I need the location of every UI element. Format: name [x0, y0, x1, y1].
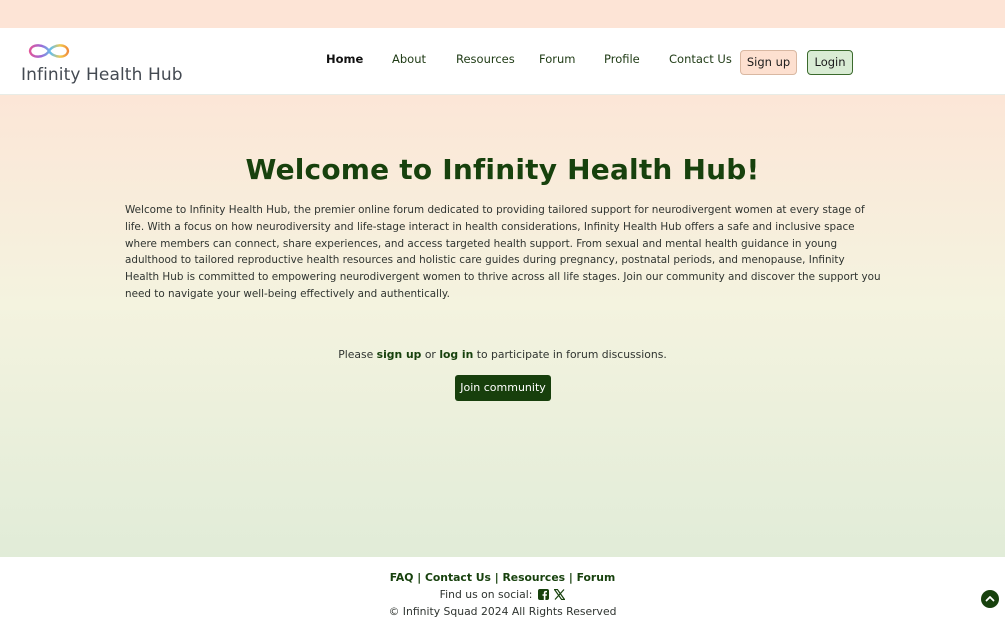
footer-link-resources[interactable]: Resources	[502, 571, 565, 584]
footer-link-faq[interactable]: FAQ	[390, 571, 414, 584]
footer-separator: |	[417, 571, 422, 584]
cta-suffix: to participate in forum discussions.	[473, 348, 667, 361]
login-link[interactable]: log in	[439, 348, 473, 361]
footer-link-forum[interactable]: Forum	[577, 571, 616, 584]
intro-paragraph: Welcome to Infinity Health Hub, the prem…	[125, 204, 881, 300]
infinity-rainbow-icon[interactable]	[27, 41, 71, 61]
footer-separator: |	[568, 571, 573, 584]
social-line: Find us on social:	[0, 588, 1005, 601]
nav-about[interactable]: About	[392, 52, 426, 66]
scroll-to-top-button[interactable]	[981, 590, 999, 608]
footer: FAQ | Contact Us | Resources | Forum Fin…	[0, 557, 1005, 628]
x-twitter-icon[interactable]	[554, 589, 566, 600]
participate-prompt: Please sign up or log in to participate …	[0, 348, 1005, 361]
footer-separator: |	[494, 571, 499, 584]
cta-middle: or	[421, 348, 440, 361]
copyright: © Infinity Squad 2024 All Rights Reserve…	[388, 605, 617, 618]
footer-link-contact-us[interactable]: Contact Us	[425, 571, 491, 584]
top-banner-strip	[0, 0, 1005, 28]
login-button[interactable]: Login	[807, 50, 853, 75]
cta-prefix: Please	[338, 348, 377, 361]
footer-links: FAQ | Contact Us | Resources | Forum	[0, 571, 1005, 584]
nav-resources[interactable]: Resources	[456, 52, 515, 66]
page-title: Welcome to Infinity Health Hub!	[245, 153, 760, 186]
navbar: Infinity Health Hub Home About Resources…	[0, 28, 1005, 95]
signup-link[interactable]: sign up	[377, 348, 422, 361]
nav-forum[interactable]: Forum	[539, 52, 575, 66]
nav-profile[interactable]: Profile	[604, 52, 640, 66]
main-content: Welcome to Infinity Health Hub! Welcome …	[0, 95, 1005, 557]
social-label: Find us on social:	[439, 588, 533, 601]
chevron-up-icon	[985, 596, 995, 602]
join-community-button[interactable]: Join community	[455, 375, 551, 401]
nav-contact-us[interactable]: Contact Us	[669, 52, 732, 66]
nav-home[interactable]: Home	[326, 52, 363, 66]
facebook-square-icon[interactable]	[537, 589, 549, 600]
signup-button[interactable]: Sign up	[740, 50, 797, 75]
brand-name[interactable]: Infinity Health Hub	[21, 65, 183, 85]
